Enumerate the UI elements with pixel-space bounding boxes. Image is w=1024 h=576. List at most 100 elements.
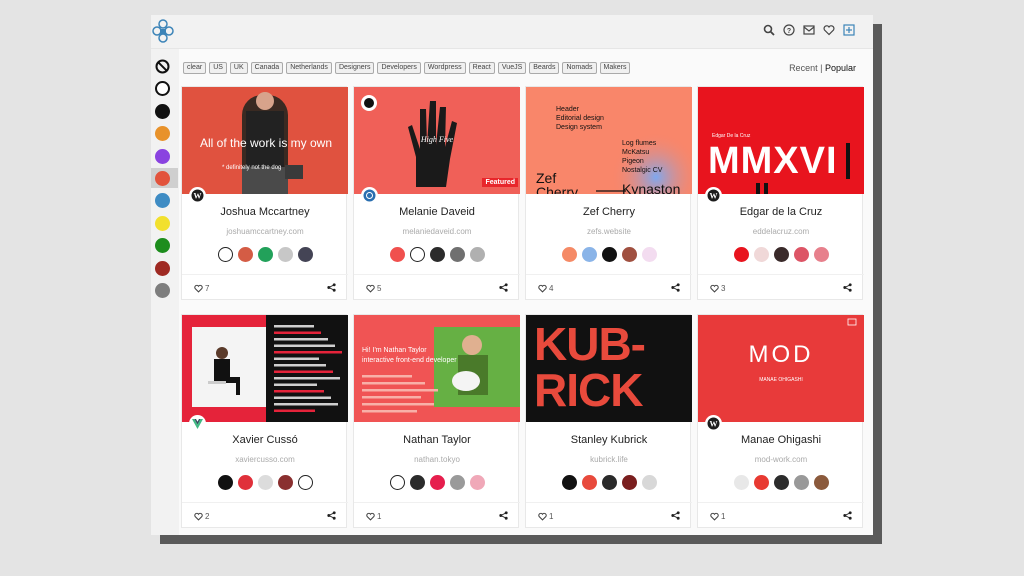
palette-color[interactable]	[409, 475, 425, 490]
designer-name[interactable]: Zef Cherry	[526, 206, 692, 218]
designer-name[interactable]: Xavier Cussó	[182, 434, 348, 446]
site-screenshot[interactable]: MOD MANAE OHIGASHI	[698, 315, 864, 422]
palette-color[interactable]	[449, 475, 465, 490]
palette-color[interactable]	[429, 475, 445, 490]
palette-color[interactable]	[601, 475, 617, 490]
site-url[interactable]: kubrick.life	[526, 455, 692, 464]
palette-color[interactable]	[469, 247, 485, 262]
portfolio-card[interactable]: KUB- RICK Stanley Kubrick kubrick.life 1	[525, 314, 692, 528]
filter-makers[interactable]: Makers	[599, 62, 631, 74]
palette-color[interactable]	[561, 475, 577, 490]
portfolio-card[interactable]: Edgar De la Cruz MMXVI W Edgar de la Cruz ed…	[697, 86, 864, 300]
palette-color[interactable]	[469, 475, 485, 490]
mail-icon[interactable]	[803, 24, 815, 36]
like-button[interactable]: 2	[194, 512, 209, 521]
palette-color[interactable]	[389, 247, 405, 262]
site-url[interactable]: xaviercusso.com	[182, 455, 348, 464]
like-button[interactable]: 1	[710, 512, 725, 521]
palette-color[interactable]	[621, 475, 637, 490]
filter-canada[interactable]: Canada	[250, 62, 284, 74]
palette-color[interactable]	[581, 475, 597, 490]
sort-recent[interactable]: Recent	[789, 63, 818, 73]
share-icon[interactable]	[671, 511, 680, 520]
site-url[interactable]: zefs.website	[526, 227, 692, 236]
color-swatch-none[interactable]	[155, 59, 170, 74]
like-button[interactable]: 5	[366, 284, 381, 293]
filter-uk[interactable]: UK	[229, 62, 248, 74]
designer-name[interactable]: Melanie Daveid	[354, 206, 520, 218]
portfolio-card[interactable]: Xavier Cussó xaviercusso.com 2	[181, 314, 348, 528]
palette-color[interactable]	[773, 475, 789, 490]
share-icon[interactable]	[843, 283, 852, 292]
palette-color[interactable]	[773, 247, 789, 262]
color-swatch-yellow[interactable]	[155, 215, 170, 231]
palette-color[interactable]	[429, 247, 445, 262]
share-icon[interactable]	[671, 283, 680, 292]
help-icon[interactable]: ?	[783, 24, 795, 36]
portfolio-card[interactable]: All of the work is my own * definitely no…	[181, 86, 348, 300]
filter-netherlands[interactable]: Netherlands	[286, 62, 332, 74]
like-button[interactable]: 1	[538, 512, 553, 521]
site-screenshot[interactable]	[182, 315, 348, 422]
color-swatch-red[interactable]	[155, 171, 170, 186]
palette-color[interactable]	[813, 475, 829, 490]
palette-color[interactable]	[237, 475, 253, 490]
site-screenshot[interactable]: Hi! I'm Nathan Taylor interactive front-e…	[354, 315, 520, 422]
filter-beards[interactable]: Beards	[529, 62, 560, 74]
palette-color[interactable]	[753, 247, 769, 262]
site-screenshot[interactable]: High Five Featured	[354, 87, 520, 194]
filter-nomads[interactable]: Nomads	[562, 62, 597, 74]
palette-color[interactable]	[389, 475, 405, 490]
color-swatch-white[interactable]	[155, 81, 170, 97]
color-swatch-black[interactable]	[155, 103, 170, 119]
palette-color[interactable]	[641, 475, 657, 490]
palette-color[interactable]	[601, 247, 617, 262]
filter-clear[interactable]: clear	[183, 62, 207, 74]
palette-color[interactable]	[641, 247, 657, 262]
site-url[interactable]: mod-work.com	[698, 455, 864, 464]
palette-color[interactable]	[581, 247, 597, 262]
filter-developers[interactable]: Developers	[377, 62, 421, 74]
palette-color[interactable]	[621, 247, 637, 262]
heart-icon[interactable]	[823, 24, 835, 36]
site-url[interactable]: eddelacruz.com	[698, 227, 864, 236]
filter-react[interactable]: React	[468, 62, 495, 74]
designer-name[interactable]: Edgar de la Cruz	[698, 206, 864, 218]
site-screenshot[interactable]: Edgar De la Cruz MMXVI	[698, 87, 864, 194]
share-icon[interactable]	[499, 511, 508, 520]
palette-color[interactable]	[257, 247, 273, 262]
filter-vuejs[interactable]: VueJS	[497, 62, 527, 74]
palette-color[interactable]	[297, 247, 313, 262]
designer-name[interactable]: Nathan Taylor	[354, 434, 520, 446]
palette-color[interactable]	[257, 475, 273, 490]
palette-color[interactable]	[237, 247, 253, 262]
site-url[interactable]: nathan.tokyo	[354, 455, 520, 464]
palette-color[interactable]	[793, 247, 809, 262]
share-icon[interactable]	[327, 511, 336, 520]
share-icon[interactable]	[843, 511, 852, 520]
palette-color[interactable]	[753, 475, 769, 490]
like-button[interactable]: 3	[710, 284, 725, 293]
palette-color[interactable]	[297, 475, 313, 490]
share-icon[interactable]	[499, 283, 508, 292]
filter-designers[interactable]: Designers	[334, 62, 375, 74]
portfolio-card[interactable]: MOD MANAE OHIGASHI W Manae Ohigashi mod-work…	[697, 314, 864, 528]
palette-color[interactable]	[733, 247, 749, 262]
palette-color[interactable]	[217, 475, 233, 490]
logo-icon[interactable]	[152, 18, 174, 44]
portfolio-card[interactable]: High Five Featured Melanie Daveid melanieda…	[353, 86, 520, 300]
add-icon[interactable]	[843, 24, 855, 36]
site-screenshot[interactable]: Header Editorial design Design system Log f…	[526, 87, 692, 194]
palette-color[interactable]	[793, 475, 809, 490]
color-swatch-blue[interactable]	[155, 193, 170, 209]
site-url[interactable]: joshuamccartney.com	[182, 227, 348, 236]
color-swatch-orange[interactable]	[155, 126, 170, 142]
site-url[interactable]: melaniedaveid.com	[354, 227, 520, 236]
color-swatch-gray[interactable]	[155, 283, 170, 298]
designer-name[interactable]: Joshua Mccartney	[182, 206, 348, 218]
palette-color[interactable]	[561, 247, 577, 262]
filter-us[interactable]: US	[209, 62, 227, 74]
color-swatch-purple[interactable]	[155, 148, 170, 164]
filter-wordpress[interactable]: Wordpress	[423, 62, 466, 74]
palette-color[interactable]	[277, 475, 293, 490]
